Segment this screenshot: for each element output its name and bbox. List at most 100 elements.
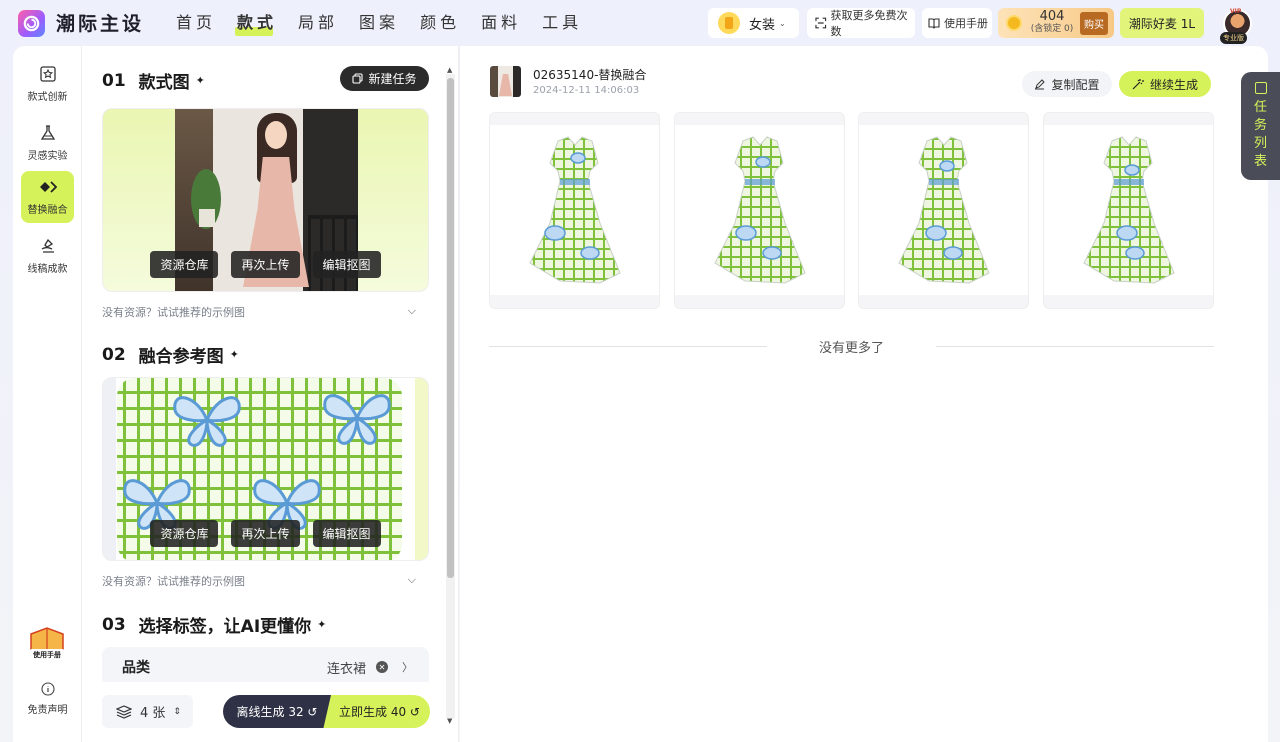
style-image-box[interactable]: 资源仓库 再次上传 编辑抠图 [102, 108, 429, 292]
new-task-button[interactable]: 新建任务 [340, 66, 429, 91]
task-list-tab[interactable]: 任 务 列 表 [1241, 72, 1280, 180]
coin-count: 404 [1039, 9, 1065, 24]
generate-now-label: 立即生成 40 [339, 705, 407, 719]
nav-partial[interactable]: 局部 [298, 10, 338, 36]
coin-locked: (含锁定 0) [1030, 24, 1074, 34]
sidebar-item-label: 款式创新 [27, 92, 68, 103]
scan-icon [815, 17, 827, 29]
nav-tools[interactable]: 工具 [542, 10, 582, 36]
continue-generate-button[interactable]: 继续生成 [1119, 71, 1211, 97]
info-icon [40, 682, 55, 696]
example-hint[interactable]: 没有资源？试试推荐的示例图 ⌵ [102, 573, 416, 589]
sidebar-item-label: 线稿成款 [27, 264, 68, 275]
sketch-icon [41, 238, 54, 253]
generated-dress-image [529, 136, 621, 284]
copy-config-button[interactable]: 复制配置 [1022, 71, 1112, 97]
continue-generate-label: 继续生成 [1149, 77, 1198, 92]
manual-book-label: 使用手册 [32, 650, 61, 659]
sidebar-item-style-innovation[interactable]: 款式创新 [21, 58, 74, 110]
reupload-button[interactable]: 再次上传 [231, 520, 300, 547]
promo-button[interactable]: 潮际好麦 1L [1120, 8, 1204, 38]
section-number: 03 [102, 614, 142, 635]
section-title-text: 款式图 [138, 73, 190, 93]
manual-book-icon[interactable]: 使用手册 [27, 626, 67, 662]
chevron-down-icon: ⌵ [407, 304, 416, 317]
nav-pattern[interactable]: 图案 [359, 10, 399, 36]
scrollbar-thumb[interactable] [447, 78, 454, 578]
section-reference-title: 02 融合参考图 ✦ [102, 342, 239, 368]
free-times-button[interactable]: 获取更多免费次数 [807, 8, 915, 38]
task-thumbnail[interactable] [490, 66, 521, 97]
edit-cutout-button[interactable]: 编辑抠图 [312, 520, 381, 547]
book-icon [928, 18, 940, 29]
section-style-title: 01 款式图 ✦ [102, 68, 205, 94]
sidebar-item-label: 灵感实验 [27, 151, 68, 162]
star-frame-icon [39, 66, 56, 82]
chevron-down-icon: ⌵ [407, 573, 416, 586]
image-count-select[interactable]: 4 张 ⇕ [102, 695, 193, 728]
scroll-up-icon[interactable]: ▲ [447, 66, 452, 74]
buy-button[interactable]: 购买 [1080, 11, 1108, 35]
generate-bar: 4 张 ⇕ 离线生成 32 ↺ 立即生成 40 ↺ [82, 682, 446, 742]
coin-icon [1006, 15, 1022, 31]
edit-cutout-button[interactable]: 编辑抠图 [312, 251, 381, 278]
example-hint[interactable]: 没有资源？试试推荐的示例图 ⌵ [102, 304, 416, 320]
sidebar-item-inspiration-lab[interactable]: 灵感实验 [21, 117, 74, 169]
disclaimer-label: 免责声明 [27, 705, 68, 716]
nav-color[interactable]: 颜色 [420, 10, 460, 36]
task-tab-char: 列 [1253, 136, 1267, 151]
example-hint-text: 没有资源？试试推荐的示例图 [102, 575, 245, 588]
sparkle-icon: ✦ [195, 74, 205, 87]
result-card[interactable] [489, 112, 660, 309]
reupload-button[interactable]: 再次上传 [231, 251, 300, 278]
resource-repo-button[interactable]: 资源仓库 [150, 251, 219, 278]
chevron-down-icon: ⌄ [779, 18, 786, 28]
side-nav: 款式创新 灵感实验 替换融合 线稿成款 使用手册 免责声明 [13, 46, 82, 742]
disclaimer-button[interactable]: 免责声明 [21, 682, 74, 716]
results-area: 02635140-替换融合 2024-12-11 14:06:03 复制配置 继… [460, 46, 1268, 742]
generate-now-button[interactable]: 立即生成 40 ↺ [323, 695, 430, 728]
coin-balance: 404 (含锁定 0) 购买 [998, 8, 1114, 38]
nav-fabric[interactable]: 面料 [481, 10, 521, 36]
reference-image-box[interactable]: 资源仓库 再次上传 编辑抠图 [102, 377, 429, 561]
main-nav: 首页 款式 局部 图案 颜色 面料 工具 [176, 10, 582, 36]
magic-wand-icon [1132, 79, 1144, 90]
category-select[interactable]: 女装 ⌄ [708, 8, 799, 38]
manual-label: 使用手册 [944, 17, 988, 30]
section-number: 01 [102, 70, 142, 91]
sidebar-item-sketch-to-style[interactable]: 线稿成款 [21, 230, 74, 282]
manual-button[interactable]: 使用手册 [922, 8, 992, 38]
category-cup-icon [718, 12, 740, 34]
brand-name: 潮际主设 [56, 13, 145, 35]
config-panel: 01 款式图 ✦ 新建任务 资源仓库 再次上传 编辑抠图 没有资源？试试推荐的示… [82, 46, 459, 742]
result-card[interactable] [1043, 112, 1214, 309]
sparkle-icon: ✦ [317, 618, 327, 631]
sidebar-item-replace-fusion[interactable]: 替换融合 [21, 171, 74, 223]
brand-logo-icon[interactable] [18, 10, 45, 37]
task-id: 02635140-替换融合 [533, 68, 647, 82]
nav-style[interactable]: 款式 [235, 10, 277, 36]
scroll-down-icon[interactable]: ▼ [447, 717, 452, 725]
tag-category-row[interactable]: 品类 连衣裙 ✕ 〉 [102, 647, 429, 687]
panel-scrollbar[interactable]: ▲ ▼ [446, 66, 455, 726]
result-card[interactable] [674, 112, 845, 309]
sidebar-item-label: 替换融合 [27, 205, 68, 216]
section-title-text: 融合参考图 [138, 347, 224, 367]
generated-dress-image [898, 136, 990, 284]
offline-generate-button[interactable]: 离线生成 32 ↺ [223, 695, 331, 728]
generated-dress-image [1083, 136, 1175, 284]
no-more-divider: 没有更多了 [489, 337, 1215, 356]
coin-small-icon: ↺ [307, 704, 318, 719]
vip-badge: VIP [1230, 8, 1242, 15]
result-card[interactable] [858, 112, 1029, 309]
pro-badge: 专业版 [1220, 32, 1247, 44]
clear-icon[interactable]: ✕ [376, 661, 388, 673]
generated-dress-image [714, 136, 806, 284]
free-times-label: 获取更多免费次数 [830, 9, 908, 38]
nav-home[interactable]: 首页 [176, 10, 216, 36]
tag-label: 品类 [122, 660, 150, 676]
diamond-swap-icon [39, 181, 57, 193]
task-time: 2024-12-11 14:06:03 [533, 85, 640, 96]
resource-repo-button[interactable]: 资源仓库 [150, 520, 219, 547]
example-hint-text: 没有资源？试试推荐的示例图 [102, 306, 245, 319]
